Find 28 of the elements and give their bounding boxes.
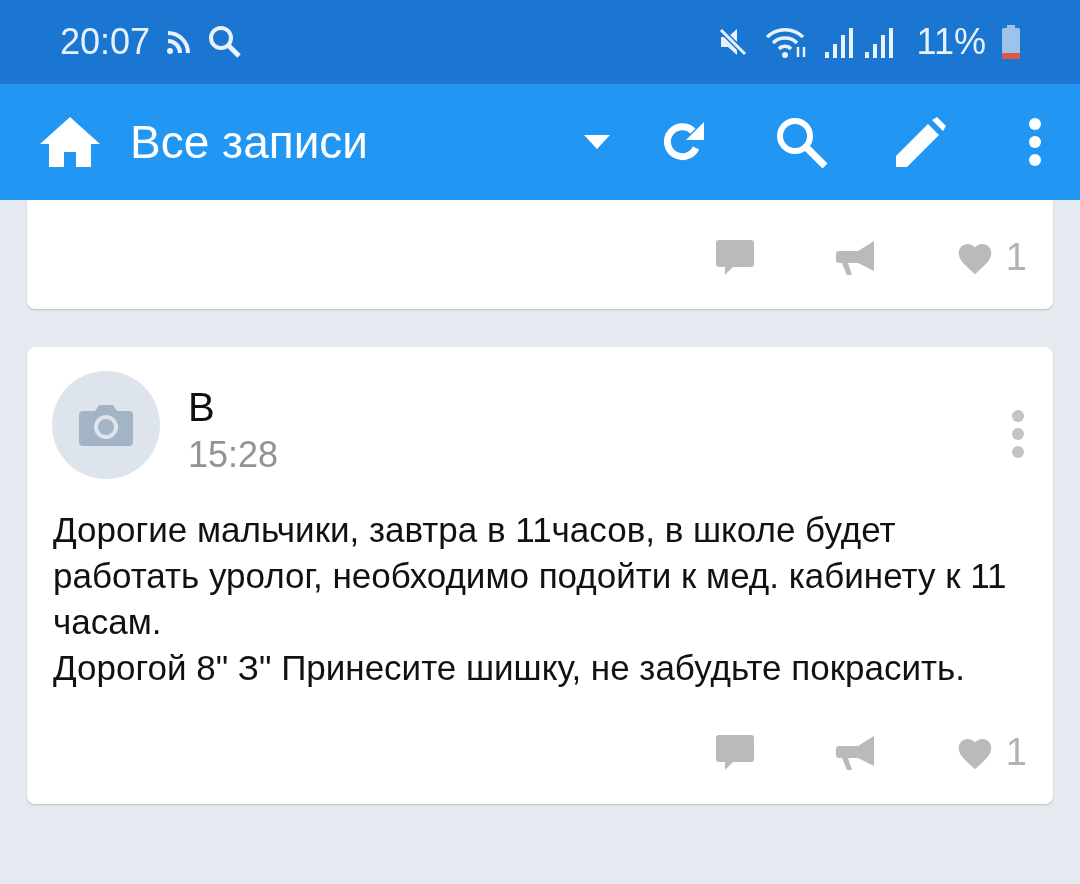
share-button[interactable] bbox=[835, 240, 874, 275]
like-button[interactable]: 1 bbox=[955, 731, 1027, 774]
dropdown-caret-icon[interactable] bbox=[584, 135, 610, 149]
comment-icon bbox=[715, 239, 754, 276]
battery-percent: 11% bbox=[916, 21, 986, 63]
battery-icon bbox=[1002, 25, 1020, 59]
comment-button[interactable] bbox=[715, 239, 754, 276]
author-name[interactable]: В bbox=[188, 385, 953, 430]
home-icon[interactable] bbox=[40, 117, 100, 167]
share-button[interactable] bbox=[835, 735, 874, 770]
rss-icon bbox=[166, 29, 193, 55]
page-title[interactable]: Все записи bbox=[130, 115, 584, 169]
more-icon[interactable] bbox=[1011, 409, 1025, 459]
camera-icon bbox=[79, 404, 133, 446]
pencil-icon[interactable] bbox=[896, 117, 946, 167]
megaphone-icon bbox=[835, 735, 874, 770]
post-text: Дорогие мальчики, завтра в 11часов, в школе будет работать уролог, необходимо подойти к мед. кабинету к 11 часам. Дорогой 8" З" Принесите шишку, не забудьте покрасить. bbox=[52, 509, 1008, 689]
more-icon[interactable] bbox=[1028, 117, 1042, 167]
status-time: 20:07 bbox=[60, 21, 151, 63]
like-count: 1 bbox=[1005, 731, 1027, 774]
search-icon[interactable] bbox=[774, 115, 828, 169]
comment-button[interactable] bbox=[715, 734, 754, 771]
comment-icon bbox=[715, 734, 754, 771]
like-button[interactable]: 1 bbox=[955, 236, 1027, 279]
search-icon bbox=[208, 25, 243, 59]
megaphone-icon bbox=[835, 240, 874, 275]
like-count: 1 bbox=[1005, 236, 1027, 279]
post-time: 15:28 bbox=[188, 434, 280, 476]
